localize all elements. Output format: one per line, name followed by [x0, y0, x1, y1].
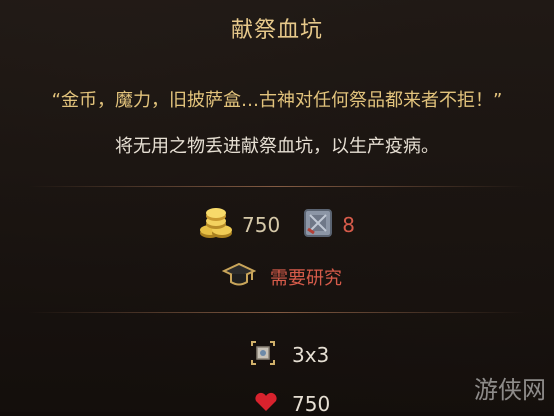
health-value: 750 — [292, 392, 331, 416]
health-row: 750 — [254, 392, 330, 416]
heart-icon — [254, 392, 278, 416]
gold-coins-icon — [198, 206, 234, 244]
graduation-cap-icon — [221, 262, 257, 292]
site-watermark: 游侠网 — [474, 376, 546, 404]
gold-cost-value: 750 — [242, 213, 281, 237]
cost-row: 750 8 — [198, 206, 377, 244]
crate-icon — [302, 207, 334, 243]
room-size-value: 3x3 — [292, 343, 330, 367]
room-size-icon — [248, 338, 278, 372]
crate-cost-value: 8 — [342, 213, 355, 237]
room-size-row: 3x3 — [248, 338, 329, 372]
research-label: 需要研究 — [270, 268, 342, 289]
crate-cost: 8 — [302, 207, 355, 243]
divider — [28, 186, 526, 187]
flavor-quote: “金币，魔力，旧披萨盒…古神对任何祭品都来者不拒！” — [51, 90, 503, 111]
building-tooltip: 献祭血坑 “金币，魔力，旧披萨盒…古神对任何祭品都来者不拒！” 将无用之物丢进献… — [0, 0, 554, 416]
divider — [28, 312, 526, 313]
gold-cost: 750 — [198, 206, 280, 244]
building-description: 将无用之物丢进献祭血坑，以生产疫病。 — [115, 136, 439, 157]
building-title: 献祭血坑 — [230, 18, 323, 43]
research-requirement: 需要研究 — [221, 262, 342, 292]
